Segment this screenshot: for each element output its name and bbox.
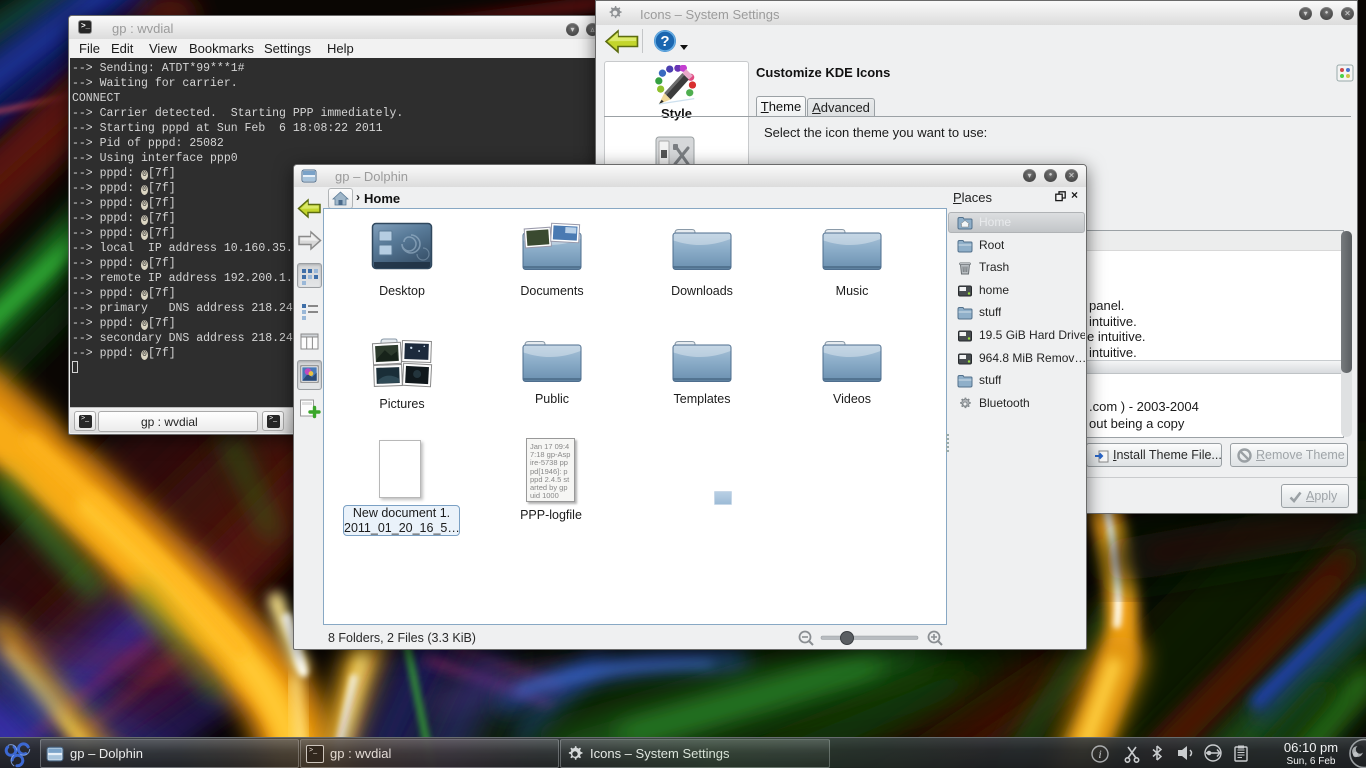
svg-text:?: ?	[660, 33, 669, 50]
svg-text:i: i	[1098, 747, 1101, 761]
